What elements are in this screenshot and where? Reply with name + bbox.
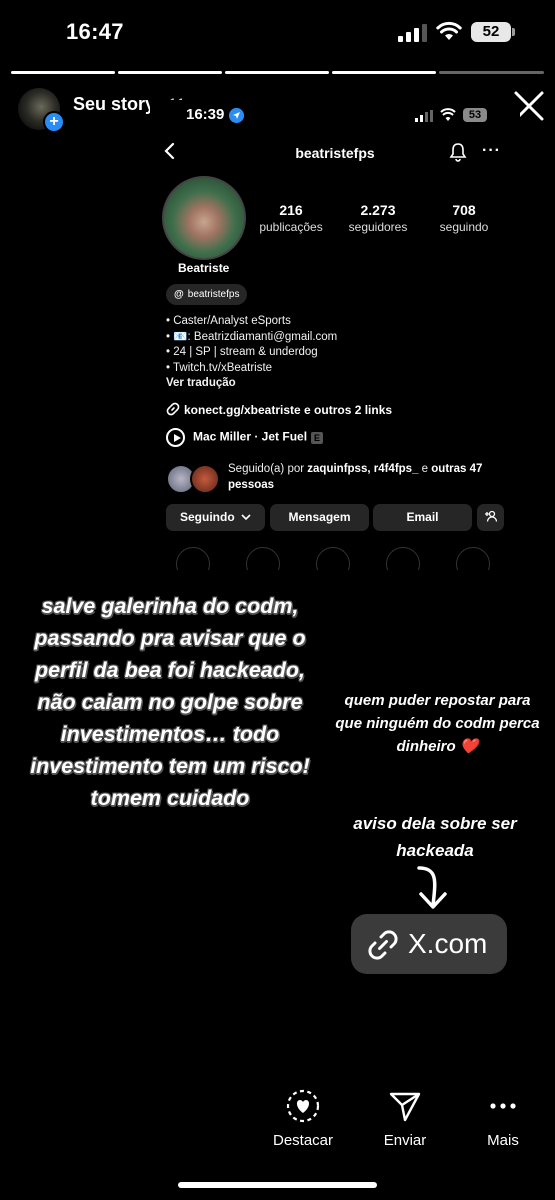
home-indicator[interactable]: [178, 1182, 377, 1188]
music-title: Mac Miller · Jet Fuel: [193, 429, 308, 444]
bio-line: • Twitch.tv/xBeatriste: [166, 361, 273, 374]
progress-segment: [332, 71, 436, 74]
mutual-avatar: [190, 464, 220, 494]
link-sticker[interactable]: X.com: [351, 914, 507, 974]
stat-value: 2.273: [360, 202, 396, 218]
bio-line: • 24 | SP | stream & underdog: [166, 346, 318, 358]
highlight-circle[interactable]: [176, 547, 210, 570]
stat-label: seguidores: [348, 220, 408, 234]
arrow-down-icon: [417, 866, 447, 909]
highlight-label[interactable]: Destacar: [262, 1132, 344, 1149]
stat-label: seguindo: [439, 220, 489, 234]
battery-indicator: 53: [463, 108, 487, 122]
profile-picture[interactable]: [162, 176, 246, 260]
highlight-icon[interactable]: [285, 1088, 321, 1124]
email-button[interactable]: Email: [373, 504, 472, 531]
progress-segment-active: [439, 71, 544, 74]
bell-icon[interactable]: [448, 142, 468, 162]
followed-names: zaquinfpss, r4f4fps_: [307, 463, 419, 475]
highlight-circle[interactable]: [246, 547, 280, 570]
display-name: Beatriste: [178, 261, 230, 275]
story-username[interactable]: Seu story: [73, 94, 155, 115]
more-options-icon[interactable]: ···: [482, 142, 501, 160]
story-main-text: salve galerinha do codm, passando pra av…: [30, 594, 310, 810]
translate-link[interactable]: Ver tradução: [166, 376, 337, 392]
following-label: Seguindo: [179, 510, 235, 524]
battery-indicator: 52: [471, 22, 515, 42]
followed-middle: e: [418, 463, 432, 475]
add-person-icon: [484, 510, 497, 522]
story-side-text: quem puder repostar para que ninguém do …: [335, 692, 540, 755]
threads-badge[interactable]: @ beatristefps: [166, 284, 248, 305]
threads-handle: beatristefps: [187, 289, 240, 300]
followed-by-text[interactable]: Seguido(a) por zaquinfpss, r4f4fps_ e ou…: [228, 462, 513, 493]
wifi-icon: [436, 21, 462, 40]
bio: • Caster/Analyst eSports • 📧: Beatrizdia…: [166, 314, 337, 392]
followed-count: outras 47: [431, 463, 483, 475]
bio-line: • Caster/Analyst eSports: [166, 315, 291, 327]
following-button[interactable]: Seguindo: [166, 504, 265, 531]
add-story-icon[interactable]: +: [43, 111, 65, 133]
stat-followers[interactable]: 2.273 seguidores: [338, 202, 418, 234]
stat-value: 216: [279, 202, 303, 218]
highlight-circle[interactable]: [316, 547, 350, 570]
highlight-circle[interactable]: [456, 547, 490, 570]
wifi-icon: [440, 108, 456, 121]
bio-link[interactable]: konect.gg/xbeatriste e outros 2 links: [166, 402, 392, 417]
play-icon[interactable]: [166, 428, 185, 447]
stat-value: 708: [452, 202, 476, 218]
link-icon: [368, 930, 398, 960]
progress-segment: [118, 71, 222, 74]
stat-posts[interactable]: 216 publicações: [251, 202, 331, 234]
explicit-badge: E: [311, 431, 324, 444]
status-time: 16:47: [66, 19, 124, 44]
more-icon[interactable]: [485, 1088, 521, 1124]
add-person-button[interactable]: [477, 504, 504, 531]
bio-line: • 📧: Beatrizdiamanti@gmail.com: [166, 330, 338, 343]
progress-segment: [11, 71, 115, 74]
progress-segment: [225, 71, 329, 74]
followed-prefix: Seguido(a) por: [228, 463, 308, 475]
send-icon[interactable]: [387, 1088, 423, 1124]
embedded-status-time: 16:39: [186, 106, 225, 123]
story-aviso-text: aviso dela sobre ser hackeada: [353, 814, 517, 860]
threads-icon: @: [174, 289, 184, 300]
stat-label: publicações: [259, 220, 323, 234]
followed-end: pessoas: [228, 478, 275, 491]
bio-link-text: konect.gg/xbeatriste e outros 2 links: [184, 403, 393, 417]
chevron-down-icon: [241, 514, 251, 521]
link-sticker-text: X.com: [408, 928, 488, 959]
signal-icon: [398, 24, 427, 42]
send-label[interactable]: Enviar: [372, 1132, 438, 1149]
signal-icon: [415, 110, 433, 122]
more-label[interactable]: Mais: [478, 1132, 528, 1149]
highlight-circle[interactable]: [386, 547, 420, 570]
embedded-screenshot: 16:39 53 beatristefps ··· 216 publicaçõe…: [150, 100, 520, 570]
stat-following[interactable]: 708 seguindo: [424, 202, 504, 234]
location-arrow-icon: [229, 108, 244, 123]
music-track[interactable]: Mac Miller · Jet Fuel E: [166, 428, 324, 447]
link-icon: [166, 402, 180, 416]
message-button[interactable]: Mensagem: [270, 504, 369, 531]
